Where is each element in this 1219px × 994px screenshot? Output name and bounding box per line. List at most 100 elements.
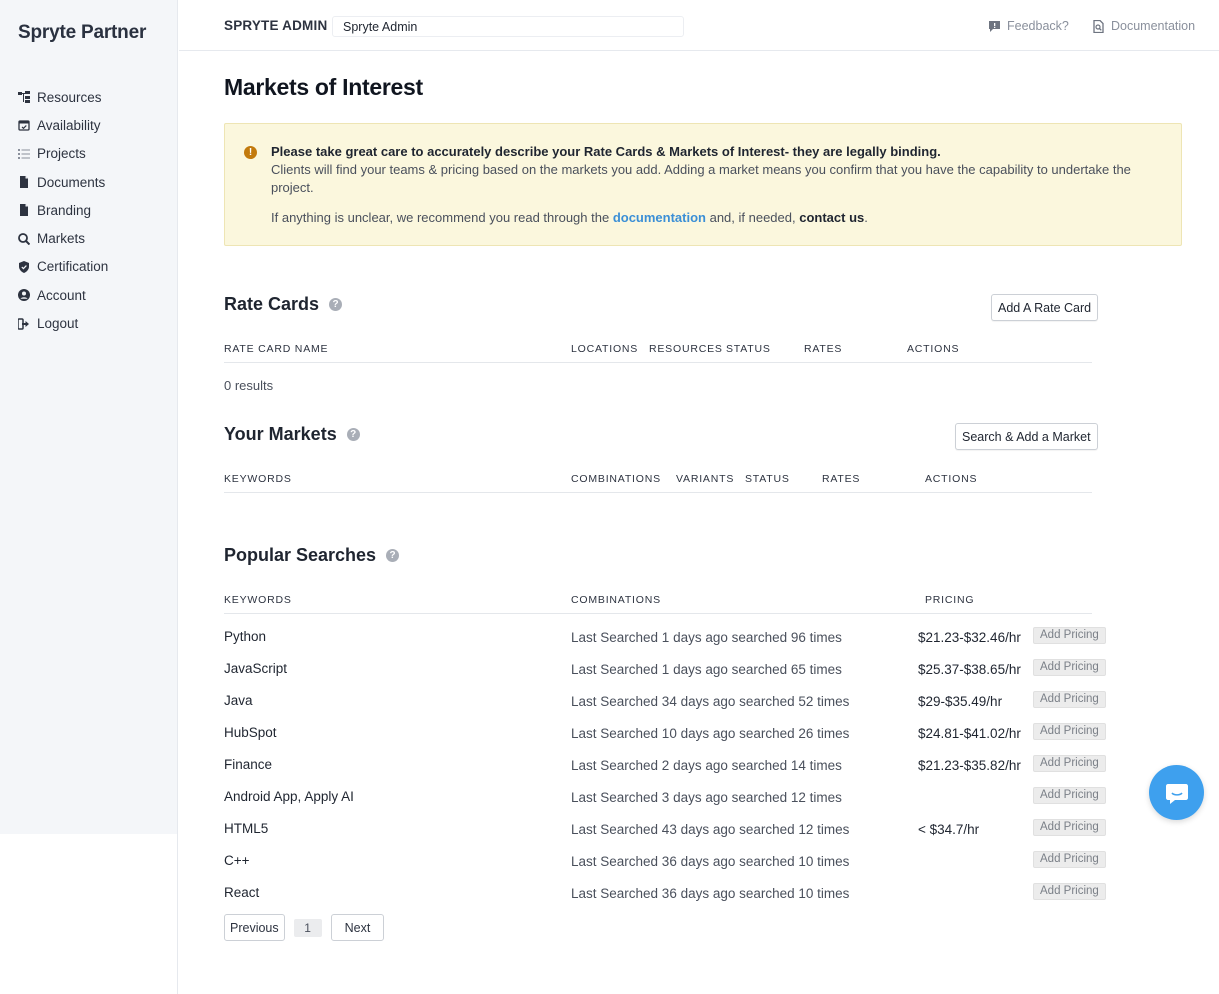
sidebar-item-account[interactable]: Account bbox=[18, 281, 108, 309]
user-circle-icon bbox=[18, 289, 30, 302]
add-pricing-button[interactable]: Add Pricing bbox=[1033, 691, 1106, 708]
pricing-cell: $21.23-$35.82/hr bbox=[918, 758, 1021, 773]
add-pricing-button[interactable]: Add Pricing bbox=[1033, 819, 1106, 836]
keyword-cell: HubSpot bbox=[224, 725, 277, 740]
pricing-cell: $21.23-$32.46/hr bbox=[918, 630, 1021, 645]
help-icon[interactable]: ? bbox=[386, 549, 400, 562]
column-header: KEYWORDS bbox=[224, 594, 292, 606]
combinations-cell: Last Searched 36 days ago searched 10 ti… bbox=[571, 854, 850, 869]
search-add-market-button[interactable]: Search & Add a Market bbox=[955, 423, 1098, 450]
alert-foot-middle: and, if needed, bbox=[705, 210, 800, 225]
keyword-cell: C++ bbox=[224, 853, 250, 868]
column-header: STATUS bbox=[726, 343, 771, 355]
rate-cards-table-header: RATE CARD NAME LOCATIONS RESOURCES STATU… bbox=[224, 343, 1092, 363]
table-row: JavaScript Last Searched 1 days ago sear… bbox=[224, 659, 1114, 693]
add-pricing-button[interactable]: Add Pricing bbox=[1033, 883, 1106, 900]
combinations-cell: Last Searched 1 days ago searched 65 tim… bbox=[571, 662, 842, 677]
alert-footnote: If anything is unclear, we recommend you… bbox=[271, 210, 868, 225]
sitemap-icon bbox=[18, 91, 30, 104]
contact-us-link[interactable]: contact us bbox=[799, 210, 864, 225]
add-pricing-button[interactable]: Add Pricing bbox=[1033, 627, 1106, 644]
sidebar: Spryte Partner Resources Availability Pr… bbox=[0, 0, 178, 834]
popular-searches-title: Popular Searches ? bbox=[224, 545, 400, 566]
sidebar-item-availability[interactable]: Availability bbox=[18, 111, 108, 139]
page-title: Markets of Interest bbox=[224, 74, 423, 100]
add-pricing-button[interactable]: Add Pricing bbox=[1033, 851, 1106, 868]
popular-searches-title-text: Popular Searches bbox=[224, 545, 377, 565]
feedback-label: Feedback? bbox=[1007, 19, 1069, 33]
table-row: Android App, Apply AI Last Searched 3 da… bbox=[224, 787, 1114, 821]
column-header: RESOURCES bbox=[649, 343, 723, 355]
table-row: Finance Last Searched 2 days ago searche… bbox=[224, 755, 1114, 789]
add-pricing-button[interactable]: Add Pricing bbox=[1033, 659, 1106, 676]
calendar-icon bbox=[18, 119, 30, 132]
sidebar-nav: Resources Availability Projects Document… bbox=[18, 83, 108, 338]
add-rate-card-button[interactable]: Add A Rate Card bbox=[991, 294, 1099, 321]
table-row: Java Last Searched 34 days ago searched … bbox=[224, 691, 1114, 725]
pricing-cell: $29-$35.49/hr bbox=[918, 694, 1003, 709]
combinations-cell: Last Searched 2 days ago searched 14 tim… bbox=[571, 758, 842, 773]
sidebar-item-label: Documents bbox=[37, 174, 106, 190]
pricing-cell: $25.37-$38.65/hr bbox=[918, 662, 1021, 677]
sidebar-item-branding[interactable]: Branding bbox=[18, 196, 108, 224]
sidebar-item-projects[interactable]: Projects bbox=[18, 140, 108, 168]
add-pricing-button[interactable]: Add Pricing bbox=[1033, 755, 1106, 772]
column-header: ACTIONS bbox=[925, 473, 978, 485]
markets-table-header: KEYWORDS COMBINATIONS VARIANTS STATUS RA… bbox=[224, 473, 1092, 493]
pagination: Previous 1 Next bbox=[224, 914, 385, 941]
add-pricing-button[interactable]: Add Pricing bbox=[1033, 787, 1106, 804]
feedback-link[interactable]: Feedback? bbox=[988, 19, 1069, 33]
your-markets-title: Your Markets ? bbox=[224, 424, 360, 445]
alert-foot-suffix: . bbox=[864, 210, 868, 225]
table-row: HubSpot Last Searched 10 days ago search… bbox=[224, 723, 1114, 757]
pricing-cell: $24.81-$41.02/hr bbox=[918, 726, 1021, 741]
combinations-cell: Last Searched 43 days ago searched 12 ti… bbox=[571, 822, 850, 837]
documentation-link[interactable]: Documentation bbox=[1092, 19, 1195, 33]
alert-foot-prefix: If anything is unclear, we recommend you… bbox=[271, 210, 613, 225]
sidebar-footer bbox=[0, 834, 178, 994]
sidebar-item-markets[interactable]: Markets bbox=[18, 224, 108, 252]
table-row: Python Last Searched 1 days ago searched… bbox=[224, 627, 1114, 661]
next-page-button[interactable]: Next bbox=[330, 914, 385, 941]
file-icon bbox=[18, 204, 30, 217]
help-icon[interactable]: ? bbox=[329, 298, 343, 311]
chat-launcher-button[interactable] bbox=[1149, 765, 1204, 820]
column-header: RATE CARD NAME bbox=[224, 343, 329, 355]
add-pricing-button[interactable]: Add Pricing bbox=[1033, 723, 1106, 740]
table-row: C++ Last Searched 36 days ago searched 1… bbox=[224, 851, 1114, 885]
search-dollar-icon bbox=[18, 232, 30, 245]
sidebar-item-label: Projects bbox=[37, 146, 86, 162]
brand-logo[interactable]: Spryte Partner bbox=[18, 22, 146, 44]
sidebar-item-label: Account bbox=[37, 287, 86, 303]
column-header: RATES bbox=[822, 473, 861, 485]
keyword-cell: Finance bbox=[224, 757, 273, 772]
column-header: PRICING bbox=[925, 594, 975, 606]
sidebar-item-certification[interactable]: Certification bbox=[18, 253, 108, 281]
sidebar-item-logout[interactable]: Logout bbox=[18, 309, 108, 337]
sidebar-item-documents[interactable]: Documents bbox=[18, 168, 108, 196]
column-header: VARIANTS bbox=[676, 473, 735, 485]
table-row: React Last Searched 36 days ago searched… bbox=[224, 883, 1114, 917]
sidebar-item-label: Branding bbox=[37, 202, 92, 218]
shield-icon bbox=[18, 260, 30, 273]
column-header: COMBINATIONS bbox=[571, 594, 661, 606]
org-select-input[interactable] bbox=[332, 16, 684, 37]
table-row: HTML5 Last Searched 43 days ago searched… bbox=[224, 819, 1114, 853]
column-header: LOCATIONS bbox=[571, 343, 639, 355]
documentation-label: Documentation bbox=[1111, 19, 1196, 33]
rate-cards-title: Rate Cards ? bbox=[224, 294, 343, 315]
keyword-cell: React bbox=[224, 885, 260, 900]
rate-cards-results-count: 0 results bbox=[224, 378, 274, 393]
sidebar-item-label: Resources bbox=[37, 89, 102, 105]
chat-icon bbox=[1165, 783, 1188, 804]
combinations-cell: Last Searched 1 days ago searched 96 tim… bbox=[571, 630, 842, 645]
current-page-number[interactable]: 1 bbox=[293, 918, 322, 937]
legal-warning-alert: ! Please take great care to accurately d… bbox=[224, 123, 1182, 246]
previous-page-button[interactable]: Previous bbox=[224, 914, 285, 941]
sidebar-item-resources[interactable]: Resources bbox=[18, 83, 108, 111]
sidebar-item-label: Availability bbox=[37, 117, 101, 133]
feedback-icon bbox=[989, 20, 1000, 32]
doc-search-icon bbox=[1093, 19, 1104, 33]
documentation-inline-link[interactable]: documentation bbox=[613, 210, 706, 225]
help-icon[interactable]: ? bbox=[346, 428, 360, 441]
